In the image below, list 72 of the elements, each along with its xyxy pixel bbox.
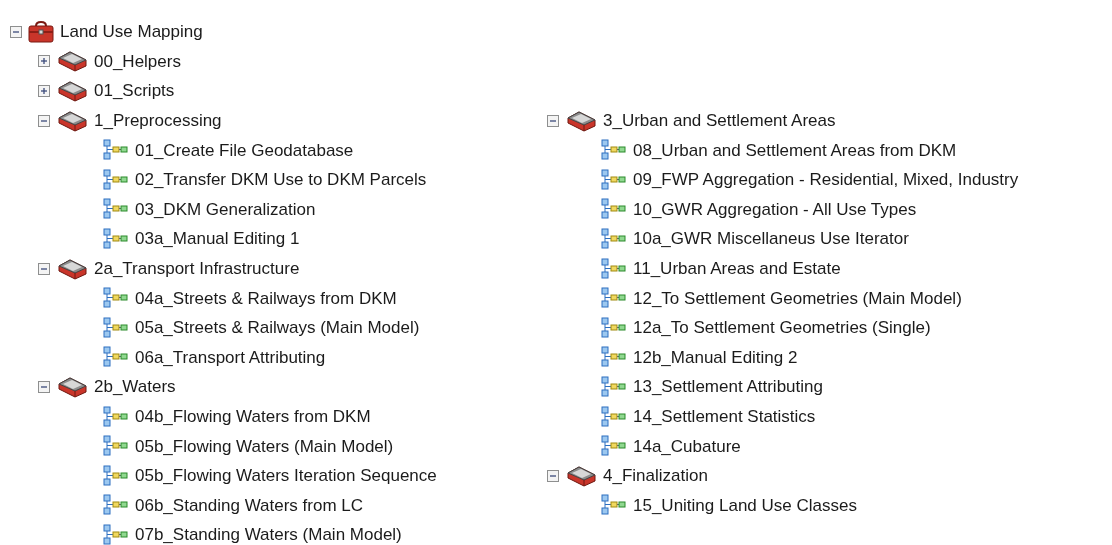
tree-item-label[interactable]: 03a_Manual Editing 1 (135, 230, 300, 248)
tree-item-label[interactable]: 07b_Standing Waters (Main Model) (135, 526, 402, 544)
model-icon (601, 198, 627, 221)
toolbox-icon (565, 109, 597, 132)
tree-item-label[interactable]: 05b_Flowing Waters Iteration Sequence (135, 467, 437, 485)
tree-item-label[interactable]: 4_Finalization (603, 467, 708, 485)
toolbox-icon (56, 109, 88, 132)
toolbox-icon (28, 20, 54, 43)
model-icon (103, 464, 129, 487)
tree-item-label[interactable]: 10_GWR Aggregation - All Use Types (633, 200, 917, 218)
model-icon (601, 494, 627, 517)
toolbox-icon (56, 80, 88, 102)
model-icon (103, 227, 129, 250)
tree-item-label[interactable]: 00_Helpers (94, 52, 181, 70)
tree-item-label[interactable]: 14_Settlement Statistics (633, 408, 816, 426)
model-icon (103, 435, 129, 458)
toolbox-icon (565, 464, 597, 487)
tree-item-label[interactable]: 05a_Streets & Railways (Main Model) (135, 319, 420, 337)
model-icon (601, 257, 627, 280)
tree-item-label[interactable]: 14a_Cubature (633, 437, 741, 455)
model-icon (601, 435, 627, 458)
model-icon (601, 168, 627, 191)
tree-item-label[interactable]: 05b_Flowing Waters (Main Model) (135, 437, 394, 455)
tree-item-label[interactable]: 06b_Standing Waters from LC (135, 496, 364, 514)
model-icon (103, 405, 129, 428)
tree-item-label[interactable]: 1_Preprocessing (94, 112, 222, 130)
tree-item-label[interactable]: 13_Settlement Attributing (633, 378, 823, 396)
model-icon (103, 287, 129, 310)
model-icon (601, 405, 627, 428)
tree-item-label[interactable]: 03_DKM Generalization (135, 200, 316, 218)
tree-item-label[interactable]: 04b_Flowing Waters from DKM (135, 408, 371, 425)
model-icon (103, 168, 129, 191)
tree-item-label[interactable]: 01_Create File Geodatabase (135, 141, 354, 159)
tree-item-label[interactable]: 12_To Settlement Geometries (Main Model) (633, 289, 962, 307)
model-icon (103, 523, 129, 545)
tree-item-label[interactable]: 02_Transfer DKM Use to DKM Parcels (135, 171, 427, 189)
model-icon (601, 375, 627, 398)
tree-item-label[interactable]: 12a_To Settlement Geometries (Single) (633, 319, 931, 337)
tree-item-label[interactable]: 15_Uniting Land Use Classes (633, 496, 857, 514)
tree-item-label[interactable]: 2b_Waters (94, 378, 176, 396)
tree-item-label[interactable]: 12b_Manual Editing 2 (633, 348, 798, 366)
collapse-icon[interactable] (547, 114, 559, 127)
tree-item-label[interactable]: 11_Urban Areas and Estate (633, 260, 841, 278)
tree-item-label[interactable]: 2a_Transport Infrastructure (94, 260, 300, 278)
expand-icon[interactable] (38, 85, 50, 97)
collapse-icon[interactable] (10, 25, 22, 38)
model-icon (103, 316, 129, 339)
model-icon (601, 287, 627, 310)
tree-item-label[interactable]: 3_Urban and Settlement Areas (603, 112, 836, 130)
tree-item-label[interactable]: 10a_GWR Miscellaneus Use Iterator (633, 230, 909, 248)
expand-icon[interactable] (38, 55, 50, 68)
tree-item-label[interactable]: 04a_Streets & Railways from DKM (135, 289, 397, 307)
tree-item-label[interactable]: Land Use Mapping (60, 23, 203, 41)
collapse-icon[interactable] (38, 380, 50, 393)
model-icon (601, 316, 627, 339)
model-icon (103, 346, 129, 369)
tree-item-label[interactable]: 01_Scripts (94, 82, 175, 100)
model-icon (601, 346, 627, 369)
model-icon (103, 494, 129, 517)
toolbox-icon (56, 257, 88, 280)
tree-item-label[interactable]: 08_Urban and Settlement Areas from DKM (633, 141, 957, 159)
model-icon (601, 227, 627, 250)
toolbox-icon (56, 50, 88, 73)
collapse-icon[interactable] (547, 469, 559, 482)
model-icon (103, 198, 129, 221)
tree-item-label[interactable]: 09_FWP Aggregation - Residential, Mixed, Industry (633, 171, 1019, 189)
model-icon (601, 139, 627, 162)
tree-item-label[interactable]: 06a_Transport Attributing (135, 348, 326, 366)
model-icon (103, 139, 129, 162)
collapse-icon[interactable] (38, 114, 50, 127)
collapse-icon[interactable] (38, 262, 50, 275)
toolbox-icon (56, 375, 88, 398)
